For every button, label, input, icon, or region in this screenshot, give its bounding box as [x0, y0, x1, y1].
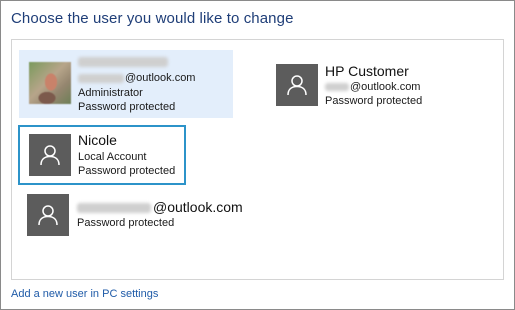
account-email: @outlook.com [78, 72, 195, 84]
account-tile-nicole[interactable]: Nicole Local Account Password protected [18, 125, 186, 185]
account-name: HP Customer [325, 63, 409, 79]
account-tile-hp-customer[interactable]: HP Customer @outlook.com Password protec… [270, 58, 450, 114]
account-status: Password protected [77, 217, 175, 229]
accounts-panel: @outlook.com Administrator Password prot… [11, 39, 504, 280]
account-tile-administrator[interactable]: @outlook.com Administrator Password prot… [19, 50, 233, 118]
account-email: @outlook.com [325, 81, 420, 93]
account-type: Administrator [78, 87, 143, 99]
account-status: Password protected [325, 95, 423, 107]
account-name: Nicole [78, 132, 117, 148]
add-user-link[interactable]: Add a new user in PC settings [11, 288, 158, 300]
user-photo-avatar [29, 62, 71, 104]
manage-accounts-window: Choose the user you would like to change… [0, 0, 515, 310]
person-icon [29, 134, 71, 176]
account-status: Password protected [78, 165, 176, 177]
account-type: Local Account [78, 151, 147, 163]
account-email: @outlook.com [77, 199, 243, 215]
account-name-redacted [78, 56, 168, 68]
person-icon [27, 194, 69, 236]
account-status: Password protected [78, 101, 176, 113]
account-tile-outlook[interactable]: @outlook.com Password protected [20, 192, 270, 242]
person-icon [276, 64, 318, 106]
page-title: Choose the user you would like to change [11, 10, 294, 27]
